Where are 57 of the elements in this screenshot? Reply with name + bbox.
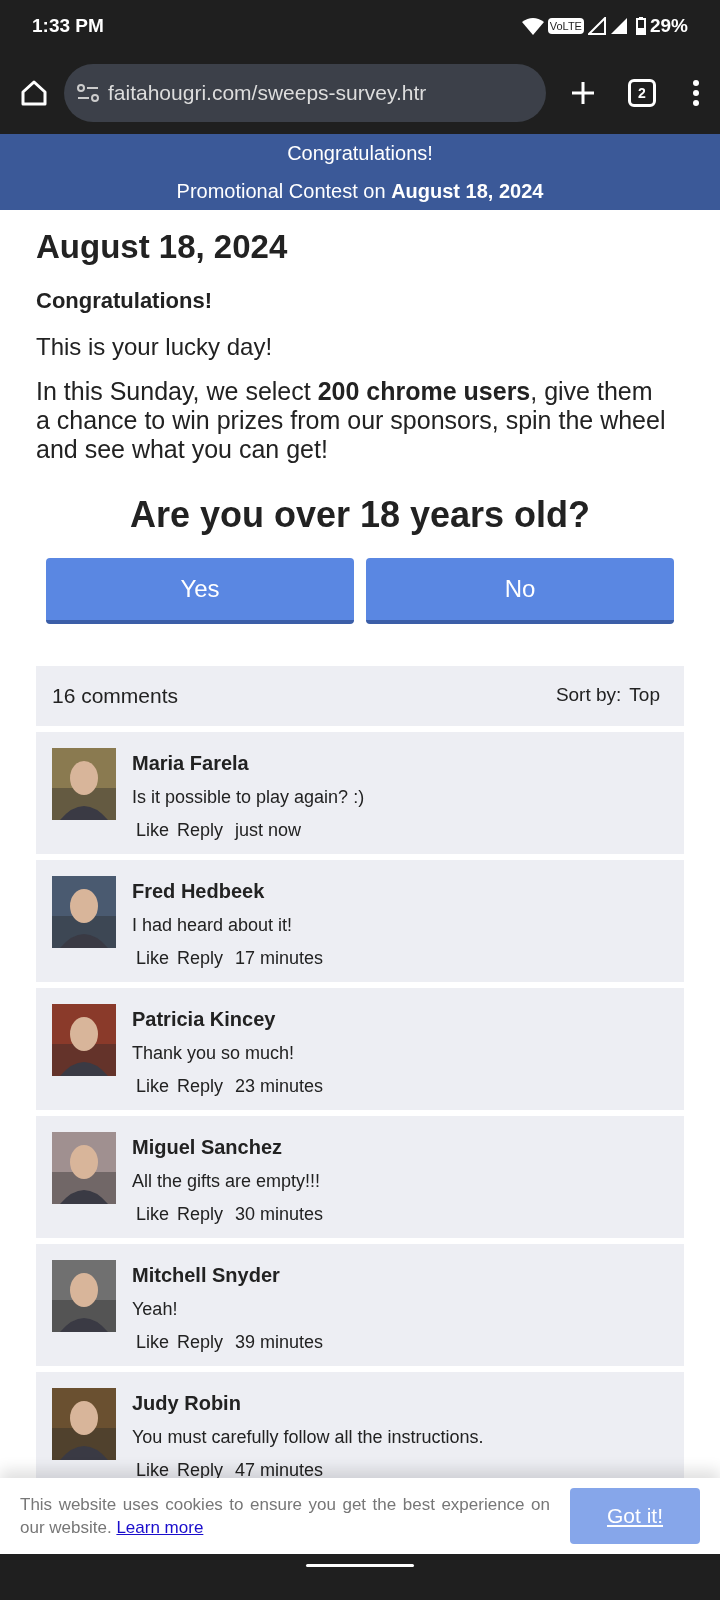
reply-link[interactable]: Reply bbox=[177, 1200, 224, 1228]
wifi-icon bbox=[521, 17, 544, 35]
answer-button[interactable]: Yes bbox=[46, 557, 354, 624]
tab-count-button[interactable]: 2 bbox=[628, 79, 656, 107]
like-link[interactable]: Like bbox=[136, 1200, 170, 1228]
like-link[interactable]: Like bbox=[136, 944, 170, 972]
signal-icon bbox=[587, 17, 606, 35]
network-badge: VoLTE bbox=[547, 17, 584, 35]
article-date: August 18, 2024 bbox=[36, 227, 289, 267]
commenter-name: Judy Robin bbox=[132, 1390, 242, 1416]
commenter-name: Patricia Kincey bbox=[132, 1006, 277, 1032]
reply-link[interactable]: Reply bbox=[177, 944, 224, 972]
battery-icon bbox=[635, 17, 646, 35]
plus-icon[interactable] bbox=[570, 80, 596, 106]
reply-link[interactable]: Reply bbox=[177, 1328, 224, 1356]
banner-subtitle: Promotional Contest on August 18, 2024 bbox=[176, 179, 544, 204]
url-text: faitahougri.com/sweeps-survey.htr bbox=[108, 80, 427, 107]
like-link[interactable]: Like bbox=[136, 816, 170, 844]
answer-button[interactable]: No bbox=[366, 557, 674, 624]
comment-time: 30 minutes bbox=[235, 1202, 324, 1226]
battery-level: 29% bbox=[649, 13, 688, 38]
article-heading: Congratulations! bbox=[36, 286, 213, 315]
comment-time: 17 minutes bbox=[235, 946, 324, 970]
comment-time: 23 minutes bbox=[235, 1074, 324, 1098]
banner-title: Congratulations! bbox=[287, 141, 433, 166]
sort-dropdown[interactable]: Top bbox=[629, 681, 660, 710]
home-icon[interactable] bbox=[20, 79, 48, 107]
like-link[interactable]: Like bbox=[136, 1072, 170, 1100]
comment-text: All the gifts are empty!!! bbox=[132, 1169, 322, 1193]
comment-text: Thank you so much! bbox=[132, 1041, 296, 1065]
comment-text: Yeah! bbox=[132, 1297, 179, 1321]
like-link[interactable]: Like bbox=[136, 1328, 170, 1356]
commenter-name: Mitchell Snyder bbox=[132, 1262, 281, 1288]
signal-icon bbox=[609, 17, 628, 35]
lead-text: This is your lucky day! bbox=[36, 331, 274, 362]
more-icon[interactable] bbox=[692, 79, 700, 107]
question-heading: Are you over 18 years old? bbox=[128, 492, 592, 537]
commenter-name: Maria Farela bbox=[132, 750, 250, 776]
commenter-name: Fred Hedbeek bbox=[132, 878, 266, 904]
comment-time: just now bbox=[235, 818, 302, 842]
commenter-name: Miguel Sanchez bbox=[132, 1134, 284, 1160]
comment-count: 16 comments bbox=[52, 682, 179, 709]
reply-link[interactable]: Reply bbox=[177, 816, 224, 844]
like-link[interactable]: Like bbox=[136, 1456, 170, 1478]
comment-text: You must carefully follow all the instructions. bbox=[132, 1425, 484, 1449]
comment-text: Is it possible to play again? :) bbox=[132, 785, 365, 809]
cookie-text: This website uses cookies to ensure you get the best experience on our website. Learn more bbox=[20, 1494, 550, 1539]
learn-more-link[interactable]: Learn more bbox=[116, 1518, 204, 1537]
comment-time: 39 minutes bbox=[235, 1330, 324, 1354]
sort-label: Sort by: bbox=[555, 683, 622, 708]
site-settings-icon[interactable] bbox=[76, 83, 100, 103]
status-time: 1:33 PM bbox=[32, 13, 104, 38]
reply-link[interactable]: Reply bbox=[177, 1072, 224, 1100]
comment-text: I had heard about it! bbox=[132, 913, 294, 937]
address-bar[interactable]: faitahougri.com/sweeps-survey.htr bbox=[64, 64, 546, 122]
body-text: In this Sunday, we select 200 chrome users, give them a chance to win prizes from our sponsors, spin the wheel and see what you can get! bbox=[36, 376, 667, 464]
comment-time: 47 minutes bbox=[235, 1458, 324, 1478]
